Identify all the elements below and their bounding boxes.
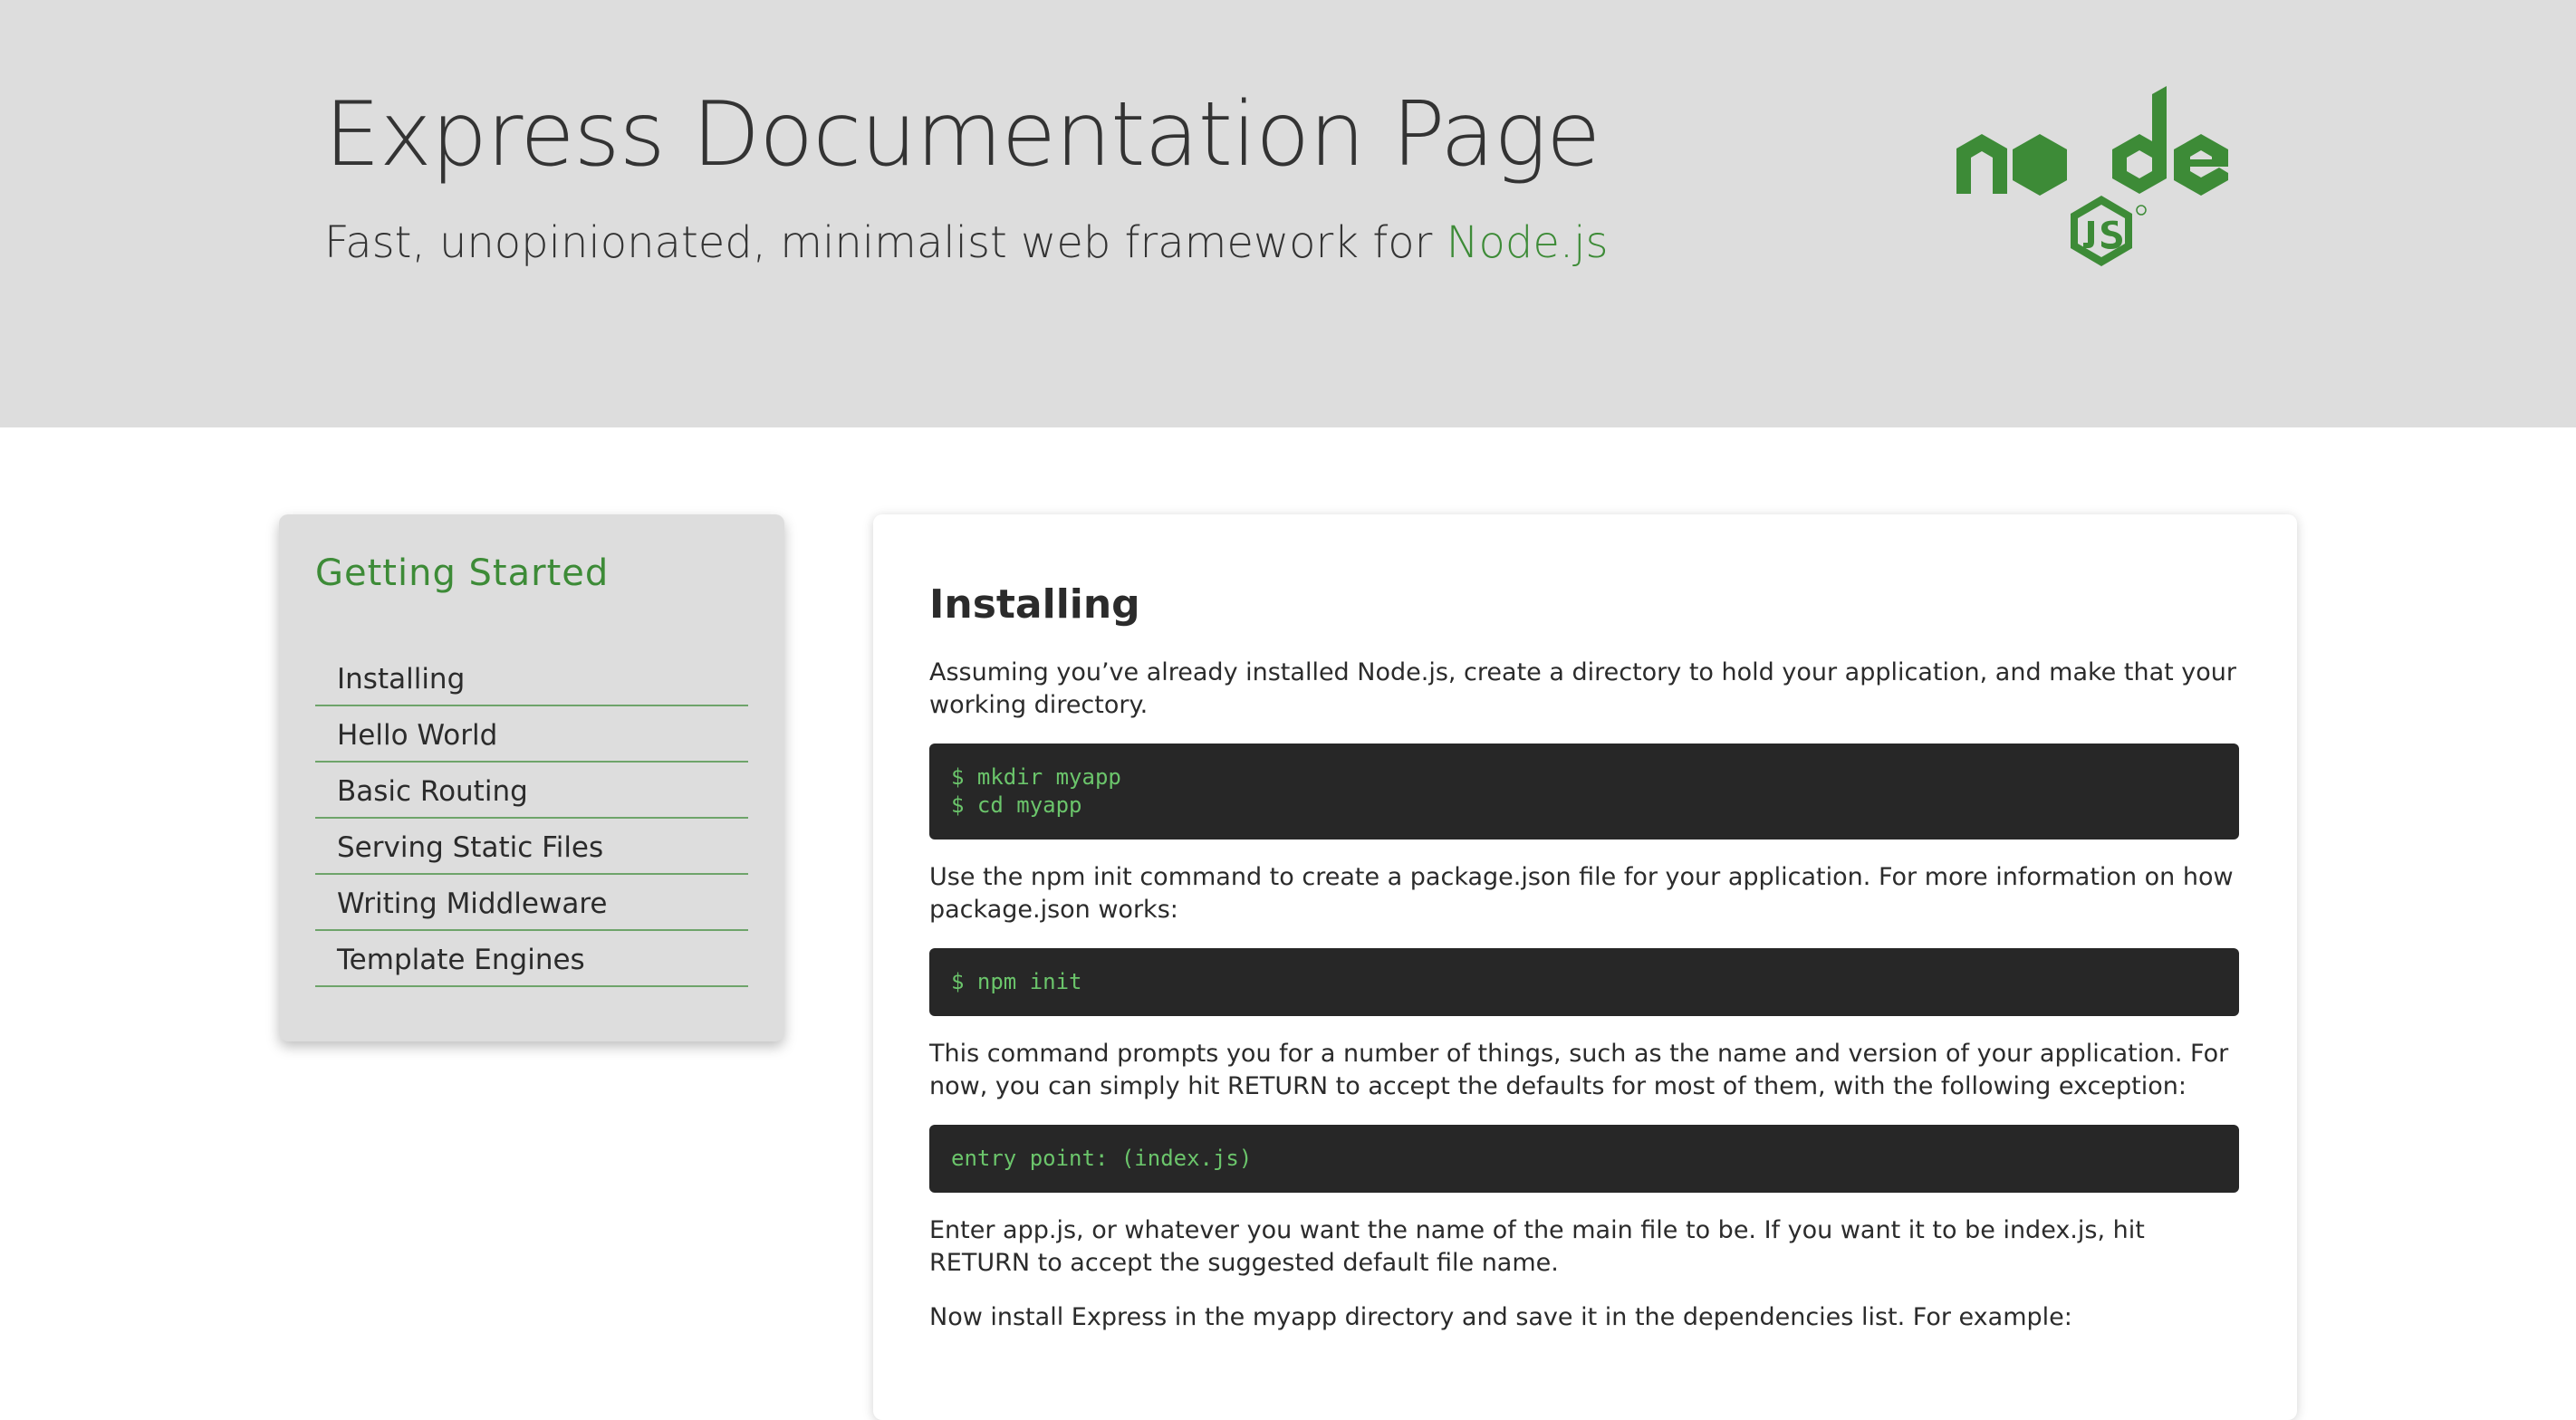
sidebar-item-basic-routing[interactable]: Basic Routing xyxy=(315,764,748,819)
page-title: Express Documentation Page xyxy=(324,83,1600,187)
sidebar-nav: Installing Hello World Basic Routing Ser… xyxy=(315,652,748,987)
sidebar-item-hello-world[interactable]: Hello World xyxy=(315,708,748,763)
paragraph: Assuming you’ve already installed Node.j… xyxy=(929,658,2236,719)
paragraph: Now install Express in the myapp directo… xyxy=(929,1303,2072,1331)
code-block: $ mkdir myapp $ cd myapp xyxy=(929,744,2239,840)
sidebar-item-serving-static-files[interactable]: Serving Static Files xyxy=(315,820,748,875)
sidebar-item-installing[interactable]: Installing xyxy=(315,652,748,706)
main-content: Installing Assuming you’ve already insta… xyxy=(873,514,2297,1420)
sidebar-title: Getting Started xyxy=(315,552,610,594)
subtitle-text: Fast, unopinionated, minimalist web fram… xyxy=(324,217,1447,268)
nodejs-logo-icon xyxy=(1956,86,2228,266)
sidebar: Getting Started Installing Hello World B… xyxy=(279,514,784,1041)
sidebar-item-writing-middleware[interactable]: Writing Middleware xyxy=(315,877,748,931)
section-title: Installing xyxy=(929,581,1140,628)
code-block: $ npm init xyxy=(929,948,2239,1016)
nodejs-link[interactable]: Node.js xyxy=(1447,217,1609,268)
code-block: entry point: (index.js) xyxy=(929,1125,2239,1193)
paragraph: Enter app.js, or whatever you want the n… xyxy=(929,1216,2145,1277)
page-header: Express Documentation Page Fast, unopini… xyxy=(0,0,2576,427)
sidebar-item-template-engines[interactable]: Template Engines xyxy=(315,933,748,987)
page-subtitle: Fast, unopinionated, minimalist web fram… xyxy=(324,217,1608,268)
paragraph: This command prompts you for a number of… xyxy=(929,1040,2229,1100)
paragraph: Use the npm init command to create a pac… xyxy=(929,863,2234,924)
